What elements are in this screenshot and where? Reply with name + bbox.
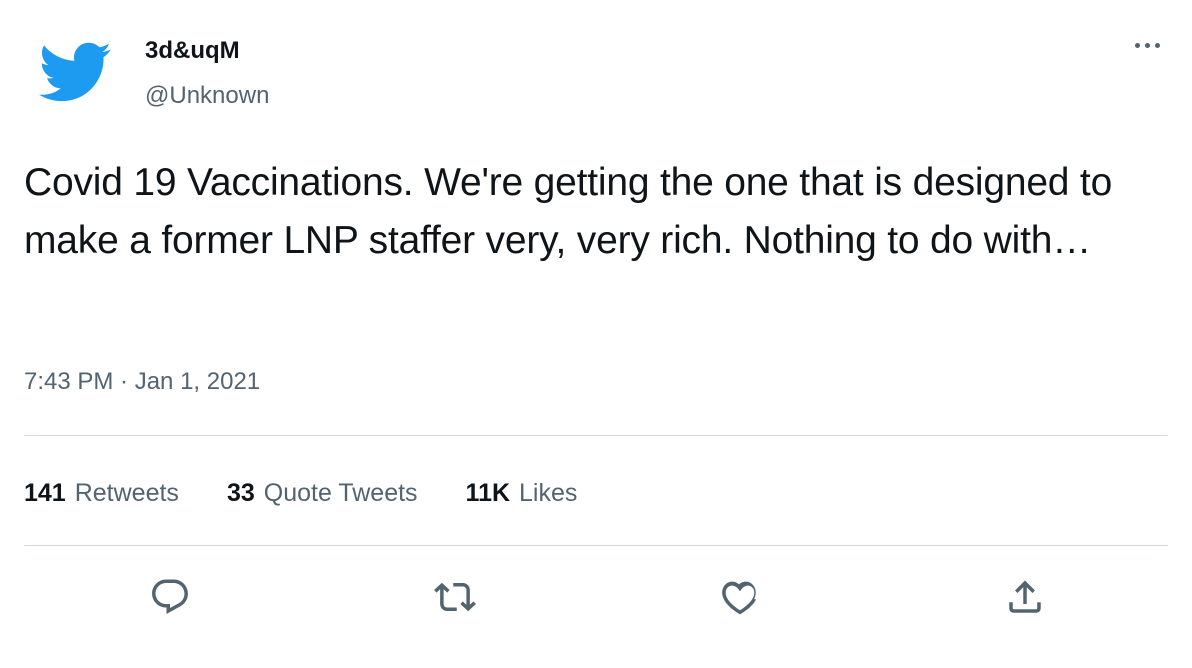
divider xyxy=(24,545,1168,546)
retweets-stat[interactable]: 141 Retweets xyxy=(24,479,179,508)
likes-label: Likes xyxy=(519,478,578,507)
user-handle[interactable]: @Unknown xyxy=(145,80,269,112)
retweet-button[interactable] xyxy=(430,572,480,622)
share-icon xyxy=(1009,580,1041,613)
display-name[interactable]: 3d&uqM xyxy=(145,35,240,67)
more-dot xyxy=(1144,42,1150,48)
retweets-count: 141 xyxy=(24,478,66,507)
reply-button[interactable] xyxy=(145,572,195,622)
share-button[interactable] xyxy=(1000,572,1050,622)
tweet-timestamp[interactable]: 7:43 PM · Jan 1, 2021 xyxy=(24,366,260,398)
likes-stat[interactable]: 11K Likes xyxy=(466,479,578,508)
tweet-text: Covid 19 Vaccinations. We're getting the… xyxy=(24,161,1113,262)
twitter-bird-icon xyxy=(38,42,111,102)
like-button[interactable] xyxy=(715,572,765,622)
retweet-icon xyxy=(434,582,476,612)
likes-count: 11K xyxy=(465,478,511,507)
more-dot xyxy=(1134,42,1140,48)
more-dot xyxy=(1154,42,1160,48)
retweets-label: Retweets xyxy=(74,478,179,507)
quote-tweets-label: Quote Tweets xyxy=(263,478,418,507)
quote-tweets-count: 33 xyxy=(226,478,255,507)
quote-tweets-stat[interactable]: 33 Quote Tweets xyxy=(227,479,418,508)
more-options-icon[interactable] xyxy=(1126,30,1168,60)
divider xyxy=(24,435,1168,436)
tweet-card: 3d&uqM @Unknown Covid 19 Vaccinations. W… xyxy=(0,0,1192,668)
tweet-stats: 141 Retweets 33 Quote Tweets 11K Likes xyxy=(24,476,577,510)
avatar[interactable] xyxy=(36,26,112,118)
like-icon xyxy=(722,581,757,615)
reply-icon xyxy=(152,579,188,614)
